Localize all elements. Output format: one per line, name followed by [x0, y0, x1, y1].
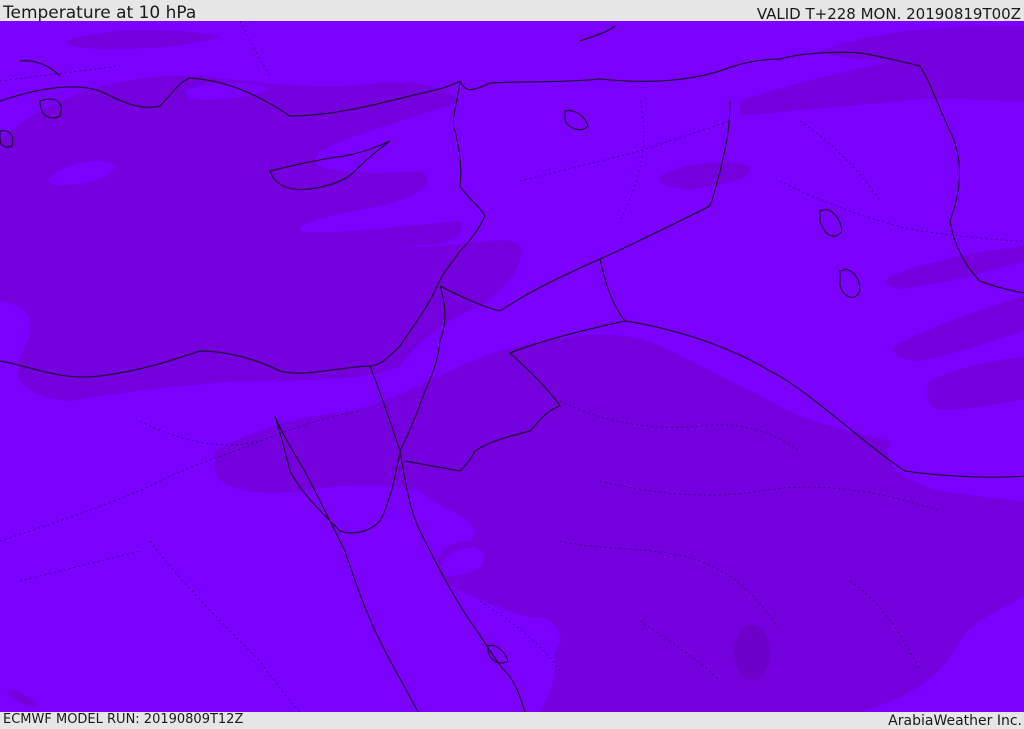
- header-bar: Temperature at 10 hPa VALID T+228 MON. 2…: [0, 0, 1024, 23]
- model-run-label: ECMWF MODEL RUN: 20190809T12Z: [3, 712, 244, 727]
- map-area[interactable]: [0, 21, 1024, 712]
- weather-map-window: Temperature at 10 hPa VALID T+228 MON. 2…: [0, 0, 1024, 729]
- map-canvas[interactable]: [0, 21, 1024, 712]
- credit-label: ArabiaWeather Inc.: [888, 713, 1022, 729]
- footer-bar: ECMWF MODEL RUN: 20190809T12Z ArabiaWeat…: [0, 712, 1024, 729]
- temperature-hotspot: [734, 625, 770, 681]
- map-title: Temperature at 10 hPa: [3, 3, 197, 23]
